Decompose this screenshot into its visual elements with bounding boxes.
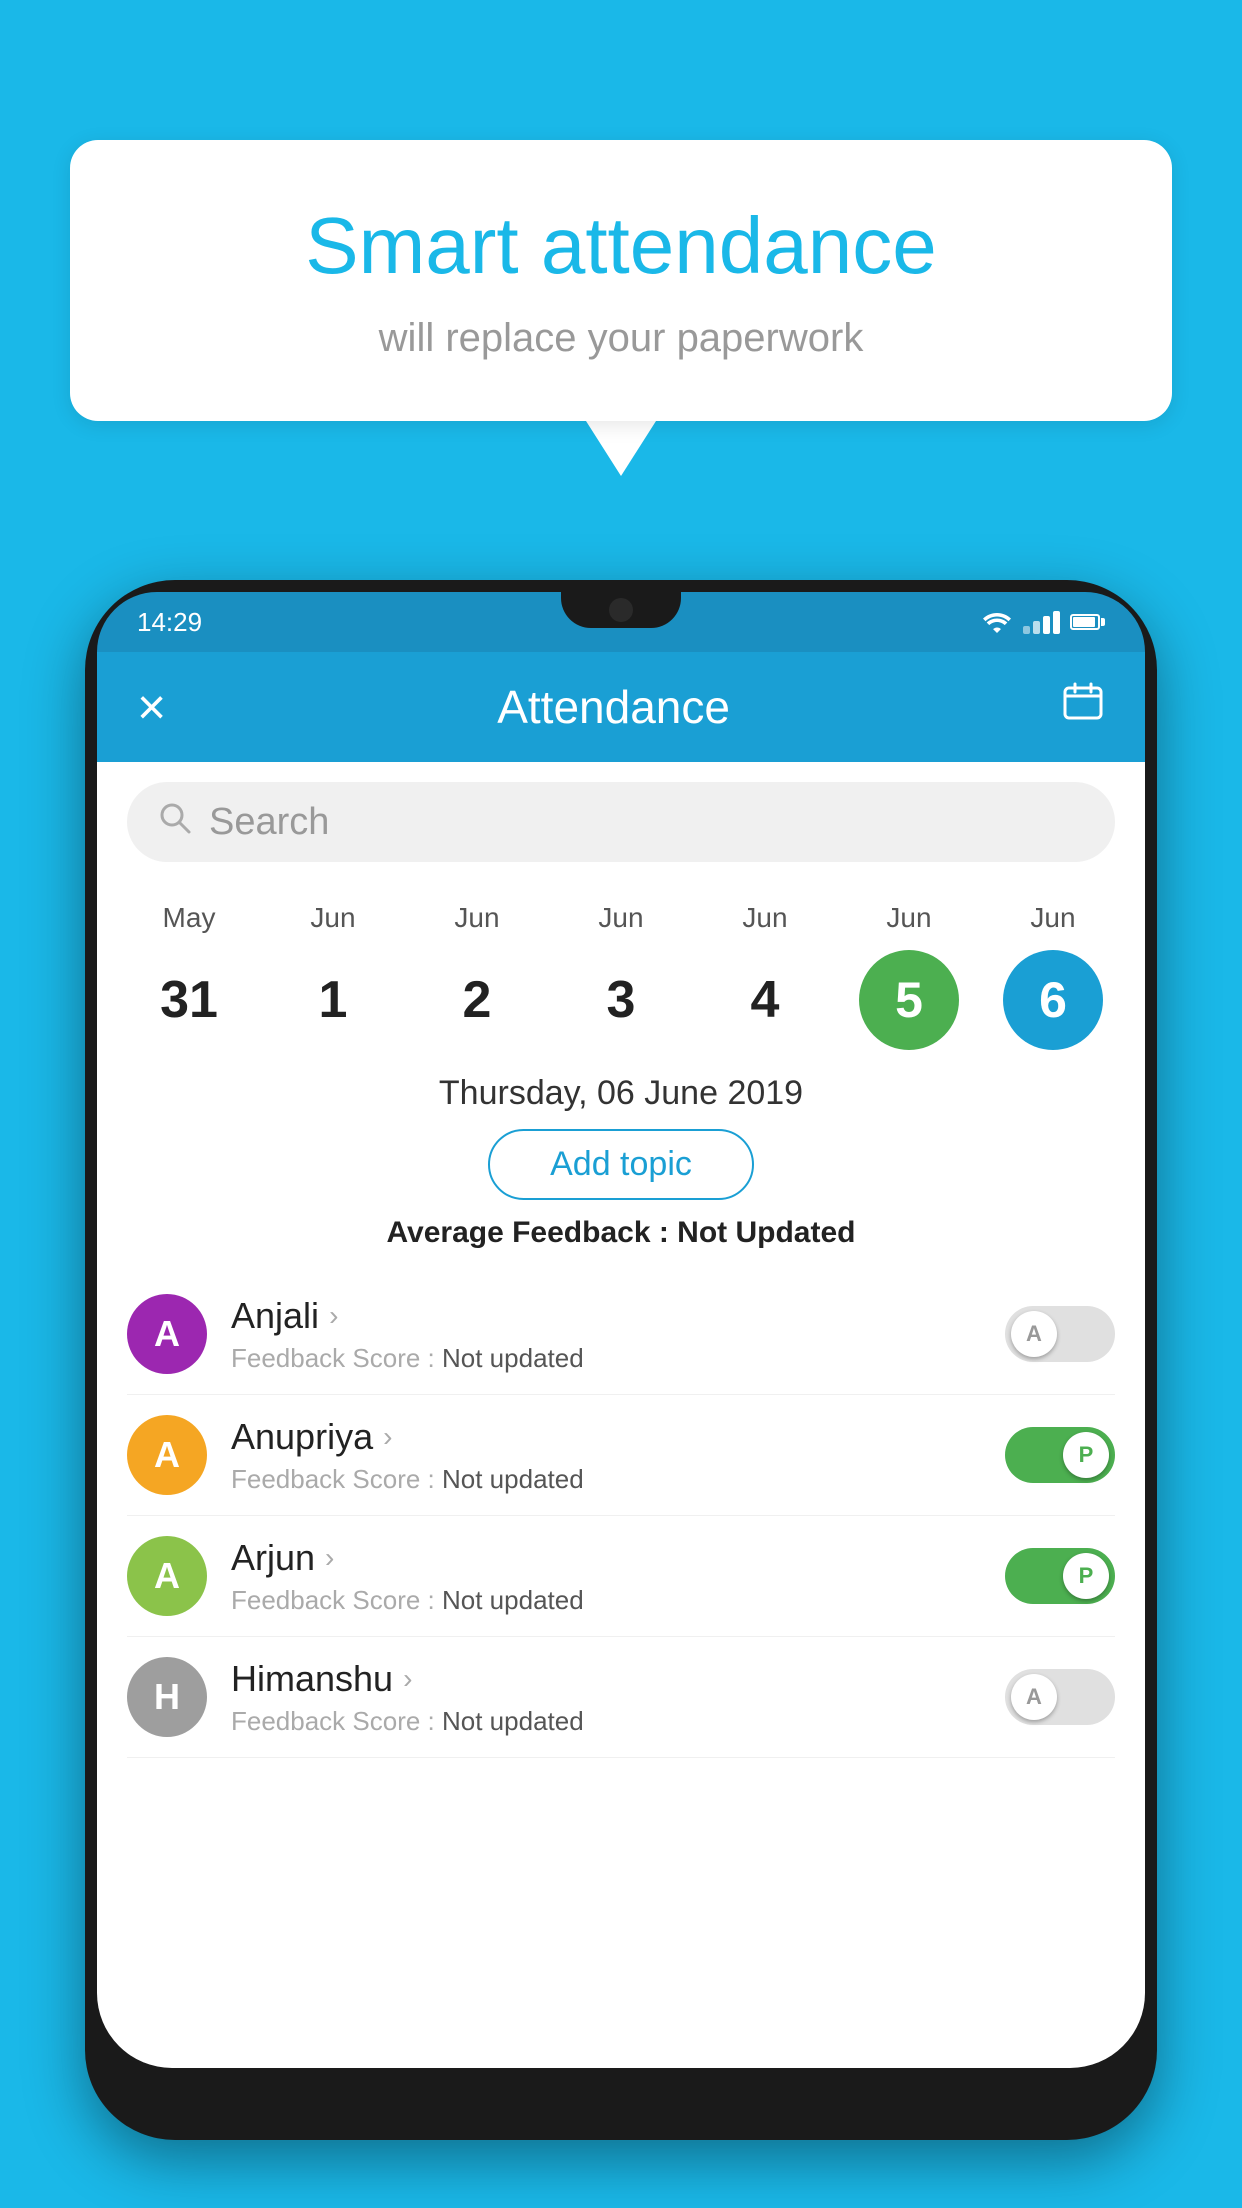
phone-camera bbox=[609, 598, 633, 622]
chevron-right-icon: › bbox=[329, 1300, 338, 1332]
app-header: × Attendance bbox=[97, 652, 1145, 762]
student-info-himanshu: Himanshu › Feedback Score : Not updated bbox=[231, 1658, 981, 1737]
date-strip: May 31 Jun 1 Jun 2 Jun 3 Jun 4 bbox=[97, 882, 1145, 1050]
avatar-anupriya: A bbox=[127, 1415, 207, 1495]
avatar-arjun: A bbox=[127, 1536, 207, 1616]
phone-notch bbox=[561, 592, 681, 628]
search-icon bbox=[157, 800, 193, 845]
close-button[interactable]: × bbox=[137, 682, 166, 732]
search-placeholder: Search bbox=[209, 801, 329, 844]
date-item-may31[interactable]: May 31 bbox=[124, 902, 254, 1050]
date-item-jun1[interactable]: Jun 1 bbox=[268, 902, 398, 1050]
header-title: Attendance bbox=[497, 680, 730, 734]
student-info-anupriya: Anupriya › Feedback Score : Not updated bbox=[231, 1416, 981, 1495]
student-list: A Anjali › Feedback Score : Not updated … bbox=[97, 1274, 1145, 1758]
chevron-right-icon: › bbox=[403, 1663, 412, 1695]
toggle-anjali[interactable]: A bbox=[1005, 1306, 1115, 1362]
student-info-arjun: Arjun › Feedback Score : Not updated bbox=[231, 1537, 981, 1616]
avatar-himanshu: H bbox=[127, 1657, 207, 1737]
avatar-anjali: A bbox=[127, 1294, 207, 1374]
avg-feedback: Average Feedback : Not Updated bbox=[97, 1216, 1145, 1250]
status-icons bbox=[981, 611, 1105, 634]
student-item-anupriya[interactable]: A Anupriya › Feedback Score : Not update… bbox=[127, 1395, 1115, 1516]
toggle-arjun[interactable]: P bbox=[1005, 1548, 1115, 1604]
phone: 14:29 bbox=[85, 580, 1157, 2140]
date-item-jun4[interactable]: Jun 4 bbox=[700, 902, 830, 1050]
battery-icon bbox=[1070, 614, 1105, 630]
speech-bubble-title: Smart attendance bbox=[150, 200, 1092, 292]
search-bar[interactable]: Search bbox=[127, 782, 1115, 862]
student-info-anjali: Anjali › Feedback Score : Not updated bbox=[231, 1295, 981, 1374]
signal-icon bbox=[1023, 611, 1060, 634]
app-screen: × Attendance bbox=[97, 652, 1145, 2068]
status-time: 14:29 bbox=[137, 607, 202, 638]
date-item-jun3[interactable]: Jun 3 bbox=[556, 902, 686, 1050]
date-item-jun2[interactable]: Jun 2 bbox=[412, 902, 542, 1050]
wifi-icon bbox=[981, 611, 1013, 633]
speech-bubble-subtitle: will replace your paperwork bbox=[150, 316, 1092, 361]
phone-container: 14:29 bbox=[85, 580, 1157, 2208]
student-item-arjun[interactable]: A Arjun › Feedback Score : Not updated P bbox=[127, 1516, 1115, 1637]
selected-date-label: Thursday, 06 June 2019 bbox=[97, 1050, 1145, 1129]
date-item-jun6[interactable]: Jun 6 bbox=[988, 902, 1118, 1050]
speech-bubble: Smart attendance will replace your paper… bbox=[70, 140, 1172, 421]
chevron-right-icon: › bbox=[383, 1421, 392, 1453]
calendar-icon[interactable] bbox=[1061, 680, 1105, 734]
chevron-right-icon: › bbox=[325, 1542, 334, 1574]
toggle-himanshu[interactable]: A bbox=[1005, 1669, 1115, 1725]
speech-bubble-container: Smart attendance will replace your paper… bbox=[70, 140, 1172, 476]
date-item-jun5[interactable]: Jun 5 bbox=[844, 902, 974, 1050]
toggle-anupriya[interactable]: P bbox=[1005, 1427, 1115, 1483]
student-item-anjali[interactable]: A Anjali › Feedback Score : Not updated … bbox=[127, 1274, 1115, 1395]
add-topic-button[interactable]: Add topic bbox=[488, 1129, 754, 1200]
student-item-himanshu[interactable]: H Himanshu › Feedback Score : Not update… bbox=[127, 1637, 1115, 1758]
speech-bubble-arrow bbox=[586, 421, 656, 476]
